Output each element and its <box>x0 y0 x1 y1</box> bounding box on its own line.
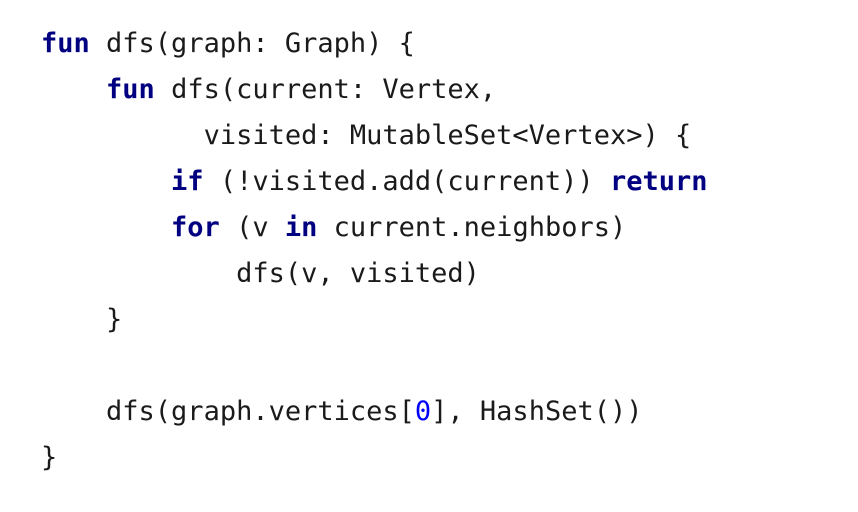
code-line: } <box>41 297 708 343</box>
code-number: 0 <box>414 396 432 427</box>
code-line: if (!visited.add(current)) return <box>41 159 708 205</box>
code-keyword: fun <box>106 74 155 105</box>
code-text: ], HashSet()) <box>431 396 643 427</box>
code-text: (!visited.add(current)) <box>203 166 610 197</box>
code-line: dfs(graph.vertices[0], HashSet()) <box>41 389 708 435</box>
code-keyword: in <box>284 212 318 243</box>
code-line: } <box>41 435 708 481</box>
code-line: fun dfs(graph: Graph) { <box>41 21 708 67</box>
code-keyword: fun <box>41 28 90 59</box>
code-text: (v <box>219 212 285 243</box>
code-text: dfs(graph.vertices[ <box>106 396 415 427</box>
code-keyword: return <box>609 166 708 197</box>
code-text: visited: MutableSet<Vertex>) { <box>203 120 692 151</box>
code-line: fun dfs(current: Vertex, <box>41 67 708 113</box>
code-text: dfs(v, visited) <box>236 258 480 289</box>
code-text: } <box>106 304 123 335</box>
code-text: dfs(graph: Graph) { <box>89 28 415 59</box>
code-keyword: for <box>171 212 220 243</box>
code-text: current.neighbors) <box>317 212 627 243</box>
code-text: dfs(current: Vertex, <box>154 74 497 105</box>
code-keyword: if <box>171 166 204 197</box>
code-line: dfs(v, visited) <box>41 251 708 297</box>
code-line: visited: MutableSet<Vertex>) { <box>41 113 708 159</box>
code-block: fun dfs(graph: Graph) { fun dfs(current:… <box>41 21 708 481</box>
code-line: for (v in current.neighbors) <box>41 205 708 251</box>
code-text: } <box>41 442 58 473</box>
